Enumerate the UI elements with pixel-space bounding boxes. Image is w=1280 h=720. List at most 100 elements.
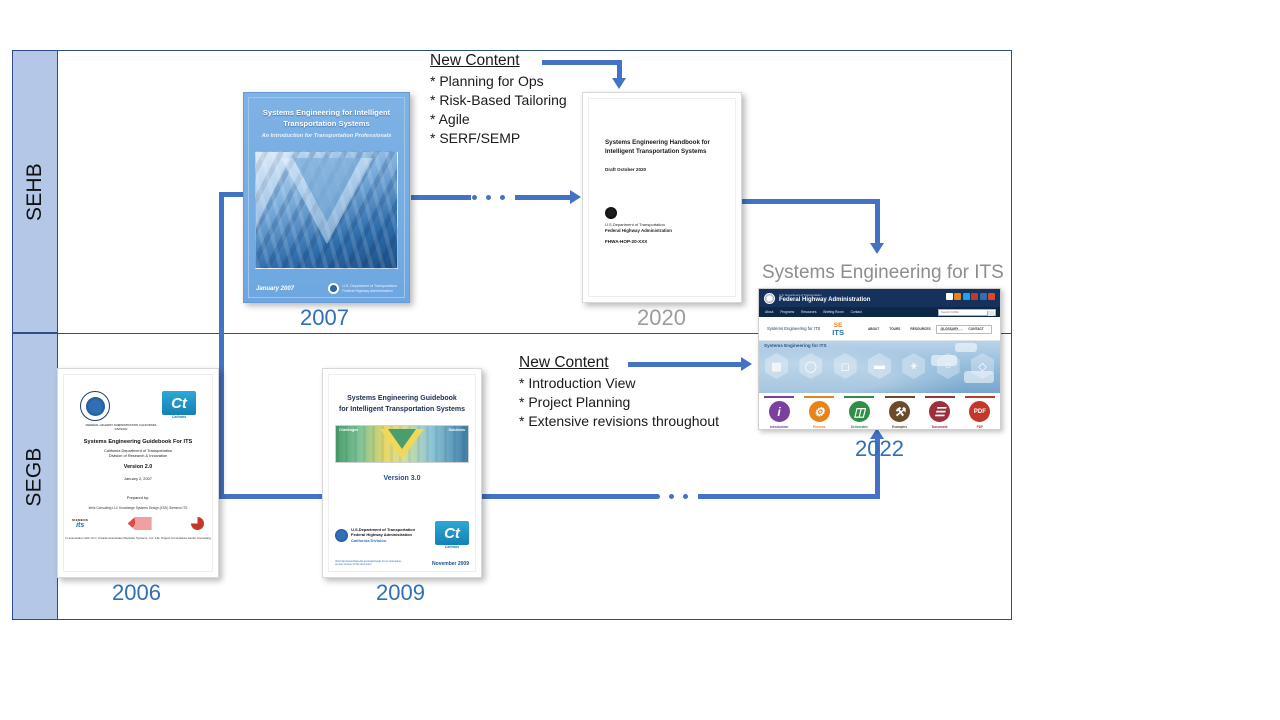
icon-bar [924, 396, 955, 398]
ksd-logo-icon [127, 517, 152, 530]
arrowhead-newcontent-sehb [612, 78, 626, 89]
cover-2009-caltrans-caption: Caltrans [444, 545, 460, 549]
dot-seal-icon [764, 292, 775, 304]
cover-2006-title: Systems Engineering Guidebook For ITS [83, 439, 193, 445]
cover-2009-version: Version 3.0 [383, 475, 421, 482]
new-content-sehb-item: * SERF/SEMP [430, 130, 521, 146]
connector-2007-to-2020-seg2 [515, 195, 573, 200]
icon-nav-deliverable[interactable]: ◫ Deliverable [842, 396, 876, 429]
new-content-segb-heading: New Content [519, 354, 609, 371]
cover-2006-org-line2: Division of Research & Innovation [108, 453, 168, 459]
cover-2009-title: Systems Engineering Guidebook for Intell… [333, 393, 471, 415]
icon-nav-pdf[interactable]: PDF PDF [963, 396, 997, 429]
connector-2020-to-site-vertical [875, 199, 880, 246]
cover-2020-border [588, 98, 736, 297]
cover-2020-code: FHWA-HOP-20-XXX [605, 239, 648, 244]
partner-logo-icon [191, 517, 204, 530]
icon-nav-examples[interactable]: ⚒ Examples [883, 396, 917, 429]
help-icon[interactable] [945, 293, 953, 300]
year-label-2009: 2009 [376, 580, 425, 605]
rss-icon[interactable] [988, 293, 995, 300]
bicycle-icon: ◯ [799, 353, 823, 379]
cover-2009-date: November 2009 [432, 561, 469, 567]
cover-2006-seal-caption: FEDERAL HIGHWAY ADMINISTRATION CALIFORNI… [85, 423, 157, 431]
nav-item-contact[interactable]: Contact [851, 310, 862, 314]
hero-vehicle [955, 343, 977, 352]
connector-segb-to-sehb-riser [219, 192, 224, 497]
pedestrian-icon: ⚹ [902, 353, 926, 379]
hero-vehicle [964, 371, 994, 383]
site-icon-nav[interactable]: i Introduction ⚙ Process ◫ Deliverable ⚒… [759, 393, 1000, 429]
cover-2020-draft: Draft October 2020 [605, 167, 647, 172]
new-content-sehb: New Content * Planning for Ops * Risk-Ba… [430, 52, 567, 148]
cover-2006-caltrans-caption: Caltrans [171, 415, 187, 419]
year-label-2006: 2006 [112, 580, 161, 605]
document-cover-2007[interactable]: Systems Engineering for Intelligent Tran… [243, 92, 410, 303]
gears-icon: ⚙ [807, 400, 831, 423]
nav-item-resources[interactable]: Resources [801, 310, 816, 314]
diagram-canvas: SEHB SEGB New Content * Planning for Ops… [0, 0, 1280, 720]
hex-icon-row: ▩ ◯ ◻ ▬ ⚹ ○ ◇ [765, 353, 994, 379]
caltrans-logo-icon: Ct [162, 391, 196, 415]
fhwa-seal-icon [80, 391, 110, 421]
site-agency: Federal Highway Administration [779, 296, 871, 303]
nav-item-briefing-room[interactable]: Briefing Room [823, 310, 843, 314]
cover-2009-image-band: Challenges Solutions [335, 425, 469, 463]
youtube-icon[interactable] [971, 293, 978, 300]
social-icons[interactable] [945, 293, 995, 300]
hero-vehicle [931, 355, 957, 366]
icon-nav-document[interactable]: ☰ Document [923, 396, 957, 429]
arrowhead-2007-to-2020 [570, 190, 581, 204]
instagram-icon[interactable] [954, 293, 961, 300]
facebook-icon[interactable] [979, 293, 987, 300]
info-icon: i [767, 400, 791, 423]
train-icon: ▩ [765, 353, 788, 379]
icon-bar [964, 396, 995, 398]
ellipsis-sehb [472, 195, 505, 200]
menu-item-about[interactable]: ABOUT [868, 327, 879, 331]
v-model-shape-inner [388, 429, 416, 449]
new-content-segb: New Content * Introduction View * Projec… [519, 354, 719, 431]
new-content-sehb-item: * Planning for Ops [430, 73, 544, 89]
pdf-icon: PDF [968, 400, 992, 423]
icon-label: PDF [976, 424, 984, 429]
document-cover-2009[interactable]: Systems Engineering Guidebook for Intell… [322, 368, 482, 578]
site-search-input[interactable]: Search SE for ITS [936, 325, 992, 334]
connector-2009-to-site-seg1 [482, 494, 657, 499]
dot-seal-icon [605, 207, 617, 219]
new-content-sehb-heading: New Content [430, 52, 520, 69]
cover-2007-agency-line1: U.S. Department of Transportation [342, 283, 397, 288]
cover-2007-title: Systems Engineering for Intelligent Tran… [262, 108, 391, 128]
dot-seal-icon [335, 528, 348, 542]
menu-item-resources[interactable]: RESOURCES [910, 327, 930, 331]
menu-item-tours[interactable]: TOURS [889, 327, 900, 331]
cover-2006-prepared-label: Prepared by: [126, 495, 150, 500]
document-cover-2006[interactable]: FEDERAL HIGHWAY ADMINISTRATION CALIFORNI… [57, 368, 219, 578]
nav-item-about[interactable]: About [765, 310, 773, 314]
cover-2009-agency: U.S.Department of Transportation Federal… [335, 527, 415, 544]
lane-sehb: SEHB [12, 50, 58, 333]
lane-segb-label: SEGB [23, 446, 46, 507]
year-label-2020: 2020 [637, 305, 686, 330]
cover-2009-agency-line2: Federal Highway Administration [351, 532, 412, 538]
cover-2007-date: January 2007 [256, 286, 295, 292]
new-content-segb-item: * Introduction View [519, 375, 636, 391]
nav-item-programs[interactable]: Programs [780, 310, 794, 314]
site-top-nav[interactable]: About Programs Resources Briefing Room C… [759, 307, 1000, 317]
icon-label: Document [931, 424, 948, 429]
top-search-input[interactable]: Search FHWA [938, 308, 996, 316]
document-cover-2020[interactable]: Systems Engineering Handbook for Intelli… [582, 92, 742, 303]
website-screenshot-2022[interactable]: U.S. Department of Transportation Federa… [758, 288, 1001, 430]
icon-nav-process[interactable]: ⚙ Process [802, 396, 836, 429]
cover-2009-band-right: Solutions [448, 428, 465, 432]
twitter-icon[interactable] [962, 293, 970, 300]
icon-label: Deliverable [850, 424, 868, 429]
icon-nav-introduction[interactable]: i Introduction [762, 396, 796, 429]
v-model-shape-inner [292, 158, 361, 222]
year-label-2022: 2022 [855, 436, 904, 461]
lane-sehb-label: SEHB [23, 162, 46, 221]
site-brand: Systems Engineering for ITS [767, 326, 821, 331]
cover-2020-title: Systems Engineering Handbook for Intelli… [605, 139, 710, 155]
icon-label: Examples [892, 424, 907, 429]
lane-segb: SEGB [12, 333, 58, 620]
